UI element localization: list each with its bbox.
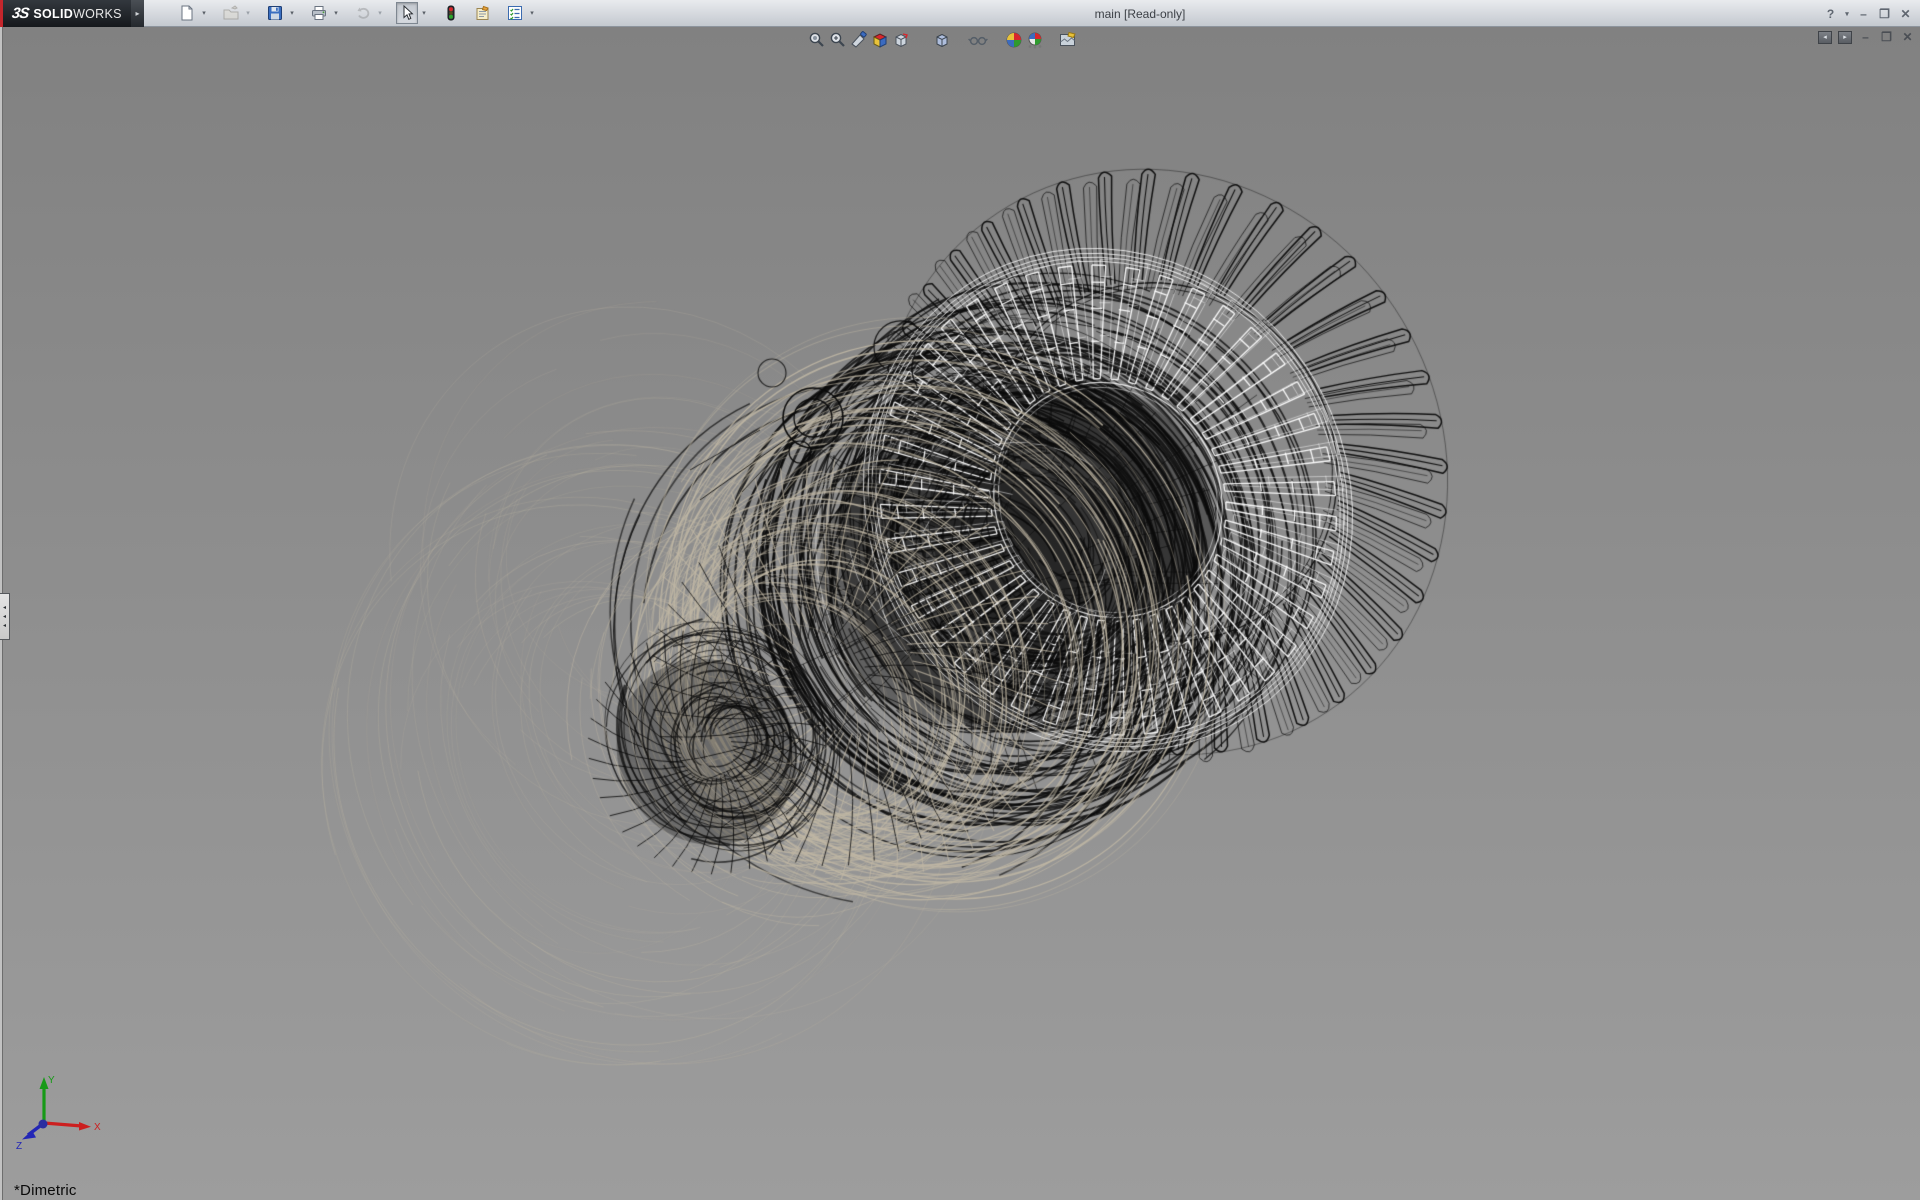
hide-show-items-button[interactable] [967, 29, 988, 50]
save-caret[interactable]: ▾ [286, 2, 298, 24]
traffic-light-icon [443, 5, 459, 21]
undo-caret[interactable]: ▾ [374, 2, 386, 24]
sheet-with-hand-icon [475, 5, 491, 21]
title-bar: 3S SOLID WORKS ▸ ▾ ▾ [0, 0, 1920, 27]
display-states-button[interactable] [440, 2, 462, 24]
close-button[interactable]: ✕ [1897, 5, 1914, 23]
splitter-arrow-icon: ◂ [3, 614, 6, 620]
open-document-button[interactable] [220, 2, 242, 24]
brand-name-bold: SOLID [33, 7, 73, 21]
select-cursor-caret[interactable]: ▾ [418, 2, 430, 24]
minimize-button[interactable]: – [1855, 5, 1872, 23]
save-button[interactable] [264, 2, 286, 24]
triad-x-label: X [94, 1122, 101, 1133]
triad-origin [39, 1120, 48, 1129]
zoom-to-fit-button[interactable] [806, 29, 827, 50]
restore-button[interactable]: ❐ [1876, 5, 1893, 23]
select-cursor-button[interactable] [396, 2, 418, 24]
section-view-button[interactable] [848, 29, 869, 50]
reference-triad: Y X Z [10, 1071, 105, 1166]
undo-arrow-icon [355, 5, 371, 21]
appearance-ball-icon [1005, 31, 1023, 49]
new-document-caret[interactable]: ▾ [198, 2, 210, 24]
eyeglasses-icon [968, 31, 988, 49]
view-settings-scene-icon [1059, 31, 1077, 49]
logo-red-accent [0, 0, 3, 27]
checklist-icon [507, 5, 523, 21]
triad-z-label: Z [16, 1141, 22, 1152]
display-cube-icon [933, 31, 951, 49]
new-document-button[interactable] [176, 2, 198, 24]
triad-x-axis [44, 1123, 82, 1126]
menu-flyout-button[interactable]: ▸ [131, 0, 144, 27]
display-style-button[interactable] [890, 29, 911, 50]
view-settings-button[interactable] [1057, 29, 1078, 50]
zoom-to-area-icon [829, 31, 847, 49]
zoom-to-fit-icon [808, 31, 826, 49]
display-style-cube-icon [892, 31, 910, 49]
solidworks-logo: 3S SOLID WORKS [0, 0, 131, 27]
select-cursor-icon [399, 5, 415, 21]
save-floppy-icon [267, 5, 283, 21]
splitter-arrow-icon: ◂ [3, 623, 6, 629]
collapse-pane-right-button[interactable]: ▸ [1838, 31, 1852, 44]
options-list-button[interactable] [504, 2, 526, 24]
window-controls: ? ▾ – ❐ ✕ [1822, 0, 1914, 27]
apply-scene-button[interactable] [1024, 29, 1045, 50]
help-caret[interactable]: ▾ [1843, 5, 1851, 23]
open-folder-icon [223, 5, 239, 21]
dassault-3ds-logo-icon: 3S [11, 5, 30, 22]
standard-toolbar: ▾ ▾ ▾ ▾ [176, 0, 538, 26]
help-button[interactable]: ? [1822, 5, 1839, 23]
new-document-icon [179, 5, 195, 21]
edit-appearance-button[interactable] [1003, 29, 1024, 50]
apply-scene-ball-icon [1026, 31, 1044, 49]
options-list-caret[interactable]: ▾ [526, 2, 538, 24]
brand-name-light: WORKS [73, 7, 122, 21]
print-button[interactable] [308, 2, 330, 24]
view-orientation-label: *Dimetric [14, 1182, 77, 1199]
undo-button[interactable] [352, 2, 374, 24]
heads-up-view-toolbar [806, 29, 1078, 50]
document-window-controls: ◂ ▸ – ❐ ✕ [1818, 30, 1915, 44]
document-restore-button[interactable]: ❐ [1879, 30, 1894, 44]
view-orientation-button[interactable] [869, 29, 890, 50]
collapse-pane-left-button[interactable]: ◂ [1818, 31, 1832, 44]
print-caret[interactable]: ▾ [330, 2, 342, 24]
document-minimize-button[interactable]: – [1858, 30, 1873, 44]
feature-manager-splitter-tab[interactable]: ◂ ◂ ◂ [0, 593, 10, 640]
zoom-to-area-button[interactable] [827, 29, 848, 50]
printer-icon [311, 5, 327, 21]
wireframe-display-button[interactable] [931, 29, 952, 50]
section-view-knife-icon [850, 31, 868, 49]
edit-sheet-button[interactable] [472, 2, 494, 24]
model-viewport-canvas[interactable] [0, 27, 1920, 1200]
open-document-caret[interactable]: ▾ [242, 2, 254, 24]
triad-x-arrowhead [79, 1122, 91, 1131]
view-orientation-box-icon [871, 31, 889, 49]
document-close-button[interactable]: ✕ [1900, 30, 1915, 44]
window-title: main [Read-only] [1095, 0, 1186, 27]
triad-y-label: Y [48, 1075, 55, 1086]
graphics-area: ◂ ▸ – ❐ ✕ ◂ ◂ ◂ Y X Z *Dimetric [0, 27, 1920, 1200]
splitter-arrow-icon: ◂ [3, 605, 6, 611]
